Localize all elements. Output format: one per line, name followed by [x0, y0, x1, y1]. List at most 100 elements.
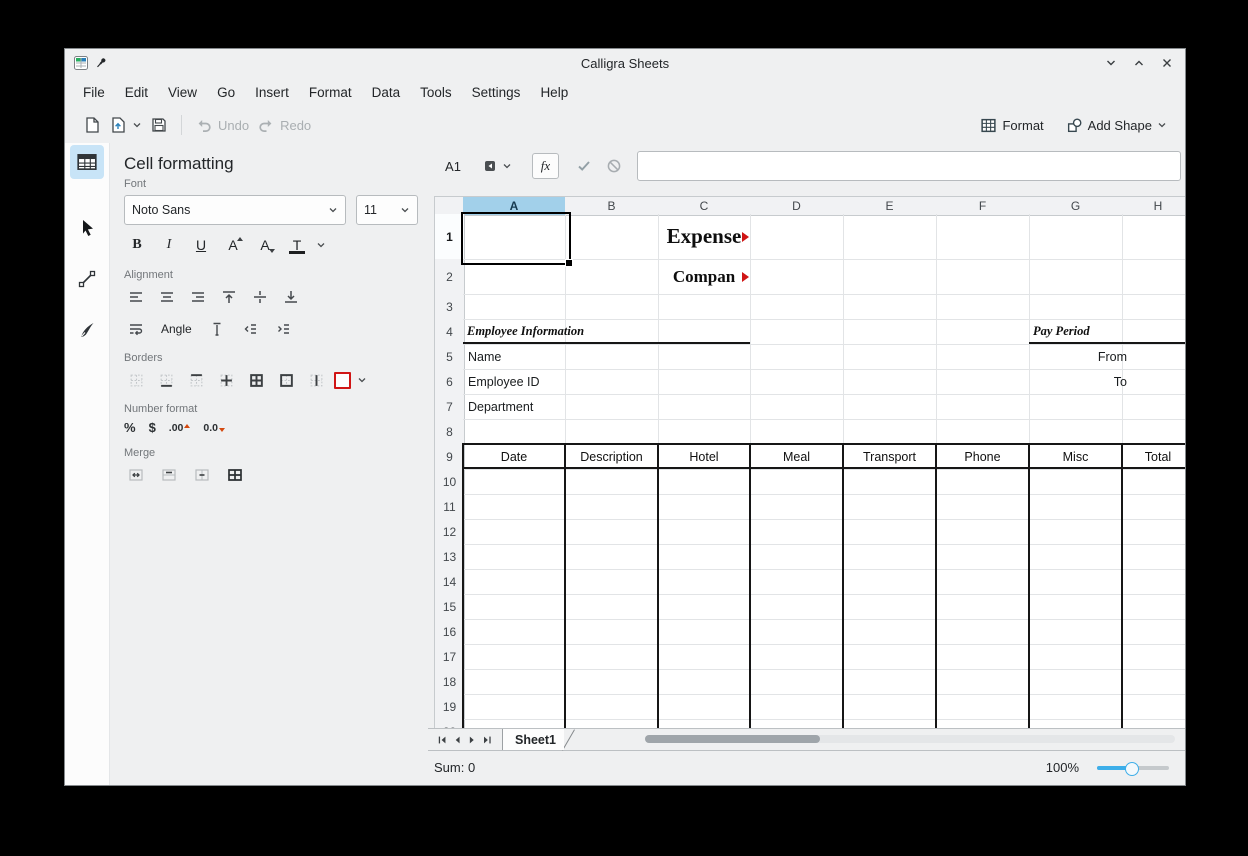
vertical-text-button[interactable] [205, 318, 229, 340]
border-top-button[interactable] [184, 369, 208, 391]
cell-A7[interactable]: Department [463, 394, 628, 419]
font-color-chevron-icon[interactable] [316, 240, 326, 250]
cell-B9[interactable]: Description [565, 444, 658, 469]
cell-A5[interactable]: Name [463, 344, 628, 369]
sheet-tab-active[interactable]: Sheet1 [502, 729, 564, 750]
menu-item-insert[interactable]: Insert [245, 80, 299, 105]
zoom-slider[interactable] [1097, 766, 1169, 770]
indent-increase-button[interactable] [271, 318, 295, 340]
add-shape-button[interactable]: Add Shape [1062, 114, 1171, 137]
currency-format-button[interactable]: $ [149, 420, 156, 435]
cell-G6[interactable]: To [1029, 369, 1132, 394]
align-top-button[interactable] [217, 286, 241, 308]
row-header-8[interactable]: 8 [434, 419, 465, 445]
precision-decrease-button[interactable]: 0.0 [203, 422, 225, 434]
menu-item-go[interactable]: Go [207, 80, 245, 105]
maximize-icon[interactable] [1133, 57, 1145, 69]
save-button[interactable] [146, 113, 172, 137]
menu-item-settings[interactable]: Settings [462, 80, 531, 105]
next-sheet-button[interactable] [464, 732, 479, 748]
zoom-slider-handle[interactable] [1125, 762, 1139, 776]
cell-G4[interactable]: Pay Period [1029, 319, 1185, 344]
format-button[interactable]: Format [976, 114, 1047, 137]
menu-item-format[interactable]: Format [299, 80, 362, 105]
column-header-B[interactable]: B [565, 196, 659, 216]
angle-button[interactable]: Angle [157, 320, 196, 338]
pin-icon[interactable] [94, 56, 108, 70]
row-header-6[interactable]: 6 [434, 369, 465, 395]
border-all-button[interactable] [244, 369, 268, 391]
titlebar[interactable]: Calligra Sheets [65, 49, 1185, 77]
border-none-button[interactable] [124, 369, 148, 391]
selected-cell-marker[interactable] [461, 212, 571, 265]
row-header-5[interactable]: 5 [434, 344, 465, 370]
font-size-select[interactable]: 11 [356, 195, 418, 225]
merge-vertical-button[interactable] [190, 464, 214, 486]
align-right-button[interactable] [186, 286, 210, 308]
menu-item-view[interactable]: View [158, 80, 207, 105]
cell-E9[interactable]: Transport [843, 444, 936, 469]
align-middle-button[interactable] [248, 286, 272, 308]
cell-G9[interactable]: Misc [1029, 444, 1122, 469]
first-sheet-button[interactable] [434, 732, 449, 748]
font-family-select[interactable]: Noto Sans [124, 195, 346, 225]
horizontal-scrollbar-thumb[interactable] [645, 735, 820, 743]
percent-format-button[interactable]: % [124, 420, 136, 435]
merge-horizontal-button[interactable] [157, 464, 181, 486]
new-document-button[interactable] [79, 113, 105, 137]
cell-G5[interactable]: From [1029, 344, 1132, 369]
precision-increase-button[interactable]: .00 [169, 422, 191, 434]
column-header-E[interactable]: E [843, 196, 937, 216]
menu-item-file[interactable]: File [73, 80, 115, 105]
indent-decrease-button[interactable] [238, 318, 262, 340]
column-header-H[interactable]: H [1122, 196, 1185, 216]
column-header-D[interactable]: D [750, 196, 844, 216]
merge-cells-button[interactable] [124, 464, 148, 486]
menu-item-help[interactable]: Help [530, 80, 578, 105]
unmerge-cells-button[interactable] [223, 464, 247, 486]
wrap-text-button[interactable] [124, 318, 148, 340]
border-color-swatch[interactable] [334, 372, 351, 389]
previous-sheet-button[interactable] [449, 732, 464, 748]
row-header-7[interactable]: 7 [434, 394, 465, 420]
undo-button[interactable]: Undo [191, 113, 253, 137]
row-header-9[interactable]: 9 [434, 444, 465, 470]
cell-C2[interactable]: Compan [658, 259, 750, 294]
align-center-button[interactable] [155, 286, 179, 308]
border-color-chevron[interactable] [357, 375, 367, 385]
row-header-15[interactable]: 15 [434, 594, 465, 620]
sheet-canvas[interactable] [463, 214, 1185, 728]
pen-tool-button[interactable] [70, 313, 104, 347]
subscript-button[interactable]: A [252, 233, 278, 257]
last-sheet-button[interactable] [479, 732, 494, 748]
menu-item-data[interactable]: Data [362, 80, 411, 105]
underline-button[interactable]: U [188, 233, 214, 257]
row-header-16[interactable]: 16 [434, 619, 465, 645]
selection-tool-button[interactable] [70, 211, 104, 245]
cell-A9[interactable]: Date [463, 444, 565, 469]
row-header-12[interactable]: 12 [434, 519, 465, 545]
cell-C1[interactable]: Expense [658, 214, 750, 259]
cell-A4[interactable]: Employee Information [463, 319, 757, 344]
row-header-10[interactable]: 10 [434, 469, 465, 495]
cell-C9[interactable]: Hotel [658, 444, 750, 469]
close-icon[interactable] [1161, 57, 1173, 69]
row-header-3[interactable]: 3 [434, 294, 465, 320]
border-outer-button[interactable] [274, 369, 298, 391]
menu-item-edit[interactable]: Edit [115, 80, 158, 105]
font-color-button[interactable]: T [284, 233, 310, 257]
row-header-4[interactable]: 4 [434, 319, 465, 345]
row-header-13[interactable]: 13 [434, 544, 465, 570]
menu-item-tools[interactable]: Tools [410, 80, 462, 105]
cell-H9[interactable]: Total [1122, 444, 1185, 469]
cell-tool-button[interactable] [70, 145, 104, 179]
column-header-C[interactable]: C [658, 196, 751, 216]
minimize-icon[interactable] [1105, 57, 1117, 69]
italic-button[interactable]: I [156, 233, 182, 257]
align-bottom-button[interactable] [279, 286, 303, 308]
connector-tool-button[interactable] [70, 262, 104, 296]
row-header-19[interactable]: 19 [434, 694, 465, 720]
cell-F9[interactable]: Phone [936, 444, 1029, 469]
column-header-G[interactable]: G [1029, 196, 1123, 216]
column-header-F[interactable]: F [936, 196, 1030, 216]
